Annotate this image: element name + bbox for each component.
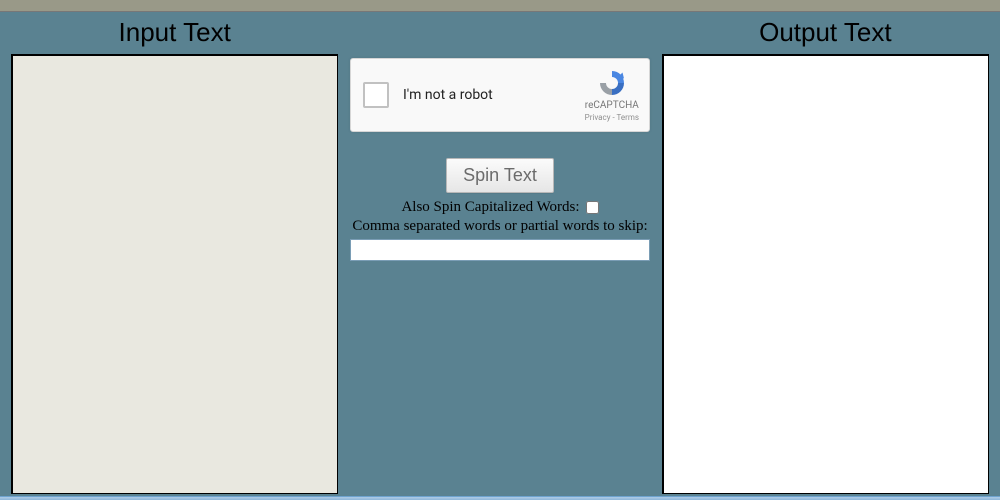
recaptcha-label: I'm not a robot <box>403 87 585 103</box>
output-column: Output Text <box>661 12 990 494</box>
input-column: Input Text <box>10 12 339 494</box>
spin-text-button[interactable]: Spin Text <box>446 158 554 193</box>
output-heading: Output Text <box>759 12 892 54</box>
input-textarea[interactable] <box>11 54 338 494</box>
window-top-bar <box>0 0 1000 12</box>
recaptcha-brand-area: reCAPTCHA Privacy - Terms <box>585 68 639 123</box>
output-textarea[interactable] <box>662 54 989 494</box>
main-area: Input Text I'm not a robot reCAPTCHA Pri… <box>0 12 1000 500</box>
recaptcha-brand-text: reCAPTCHA <box>585 100 639 112</box>
skip-words-label: Comma separated words or partial words t… <box>352 218 647 235</box>
skip-words-input[interactable] <box>350 239 650 261</box>
also-spin-label: Also Spin Capitalized Words: <box>401 199 579 216</box>
also-spin-row: Also Spin Capitalized Words: <box>401 199 598 216</box>
recaptcha-links[interactable]: Privacy - Terms <box>585 113 639 123</box>
input-heading: Input Text <box>119 12 231 54</box>
recaptcha-icon <box>597 68 627 98</box>
horizontal-scrollbar[interactable] <box>0 496 1000 500</box>
columns: Input Text I'm not a robot reCAPTCHA Pri… <box>10 12 990 500</box>
center-column: I'm not a robot reCAPTCHA Privacy - Term… <box>339 12 660 261</box>
also-spin-checkbox[interactable] <box>586 201 599 214</box>
recaptcha-checkbox[interactable] <box>363 82 389 108</box>
recaptcha-box: I'm not a robot reCAPTCHA Privacy - Term… <box>350 58 650 132</box>
